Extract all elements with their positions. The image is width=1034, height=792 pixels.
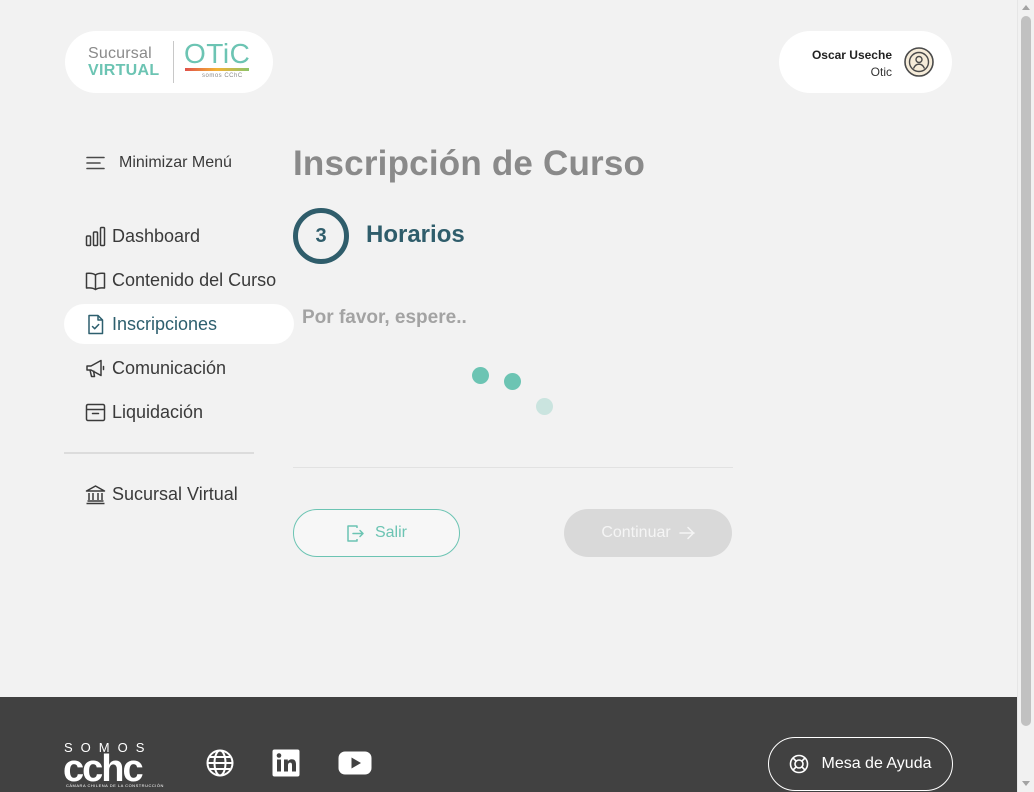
user-avatar-icon[interactable] (904, 47, 934, 77)
brand-logo[interactable]: Sucursal VIRTUAL OTiC somos CChC (65, 31, 273, 93)
document-check-icon (88, 314, 104, 334)
scroll-up-arrow-icon[interactable] (1022, 5, 1030, 10)
bar-chart-icon (85, 226, 106, 246)
continue-button[interactable]: Continuar (564, 509, 732, 557)
sucursal-virtual-logo: Sucursal VIRTUAL (88, 45, 159, 79)
sidebar-item-label: Liquidación (112, 401, 204, 422)
exit-button[interactable]: Salir (293, 509, 460, 557)
sidebar-item-label: Contenido del Curso (112, 269, 277, 290)
logo-sucursal-text: Sucursal (88, 45, 152, 62)
logout-icon (347, 524, 364, 542)
logo-otic-text: OTiC (184, 38, 251, 69)
minimize-menu-button[interactable]: Minimizar Menú (86, 154, 232, 172)
logo-color-bar (185, 68, 249, 71)
sidebar-item-label: Dashboard (112, 225, 201, 246)
logo-divider (173, 41, 174, 83)
user-menu[interactable]: Oscar Useche Otic (779, 31, 952, 93)
sidebar-item-contenido[interactable]: Contenido del Curso (64, 260, 294, 300)
help-desk-label: Mesa de Ayuda (821, 755, 932, 772)
sidebar-item-label: Sucursal Virtual (112, 483, 238, 504)
sidebar-divider (64, 452, 254, 454)
lifebuoy-icon (790, 754, 809, 774)
hamburger-icon (86, 156, 105, 170)
loading-message: Por favor, espere.. (302, 307, 467, 328)
content-divider (293, 467, 733, 468)
exit-button-label: Salir (374, 524, 407, 541)
scrollbar-thumb[interactable] (1021, 16, 1031, 726)
sidebar-item-liquidacion[interactable]: Liquidación (64, 392, 294, 432)
spinner-dot (504, 373, 521, 390)
user-name: Oscar Useche (811, 48, 892, 62)
sidebar-item-inscripciones[interactable]: Inscripciones (64, 304, 294, 344)
youtube-icon[interactable] (338, 751, 372, 775)
sidebar-item-label: Comunicación (112, 357, 227, 378)
step-number-badge: 3 (293, 208, 349, 264)
spinner-dot (472, 367, 489, 384)
linkedin-icon[interactable] (272, 749, 300, 777)
globe-icon[interactable] (206, 749, 234, 777)
sidebar-item-label: Inscripciones (112, 313, 218, 334)
sidebar-item-dashboard[interactable]: Dashboard (64, 216, 294, 256)
footer-cchc-subtitle: CÁMARA CHILENA DE LA CONSTRUCCIÓN (66, 783, 164, 788)
sidebar-item-comunicacion[interactable]: Comunicación (64, 348, 294, 388)
minimize-menu-label: Minimizar Menú (119, 154, 232, 171)
page-title: Inscripción de Curso (293, 144, 646, 183)
arrow-right-icon (678, 526, 695, 540)
footer: SOMOS cchc CÁMARA CHILENA DE LA CONSTRUC… (0, 697, 1017, 792)
scroll-down-arrow-icon[interactable] (1022, 781, 1030, 786)
page-scrollbar[interactable] (1017, 0, 1034, 792)
sidebar-item-sucursal-virtual[interactable]: Sucursal Virtual (64, 474, 294, 514)
logo-virtual-text: VIRTUAL (88, 62, 160, 79)
help-desk-button[interactable]: Mesa de Ayuda (768, 737, 953, 791)
logo-somos-text: somos CChC (202, 73, 243, 79)
continue-button-label: Continuar (601, 524, 671, 541)
user-org: Otic (870, 65, 892, 79)
bank-icon (85, 484, 106, 504)
spinner-dot (536, 398, 553, 415)
step-title: Horarios (366, 221, 465, 248)
book-icon (85, 272, 106, 290)
megaphone-icon (86, 359, 105, 377)
archive-icon (85, 403, 106, 421)
